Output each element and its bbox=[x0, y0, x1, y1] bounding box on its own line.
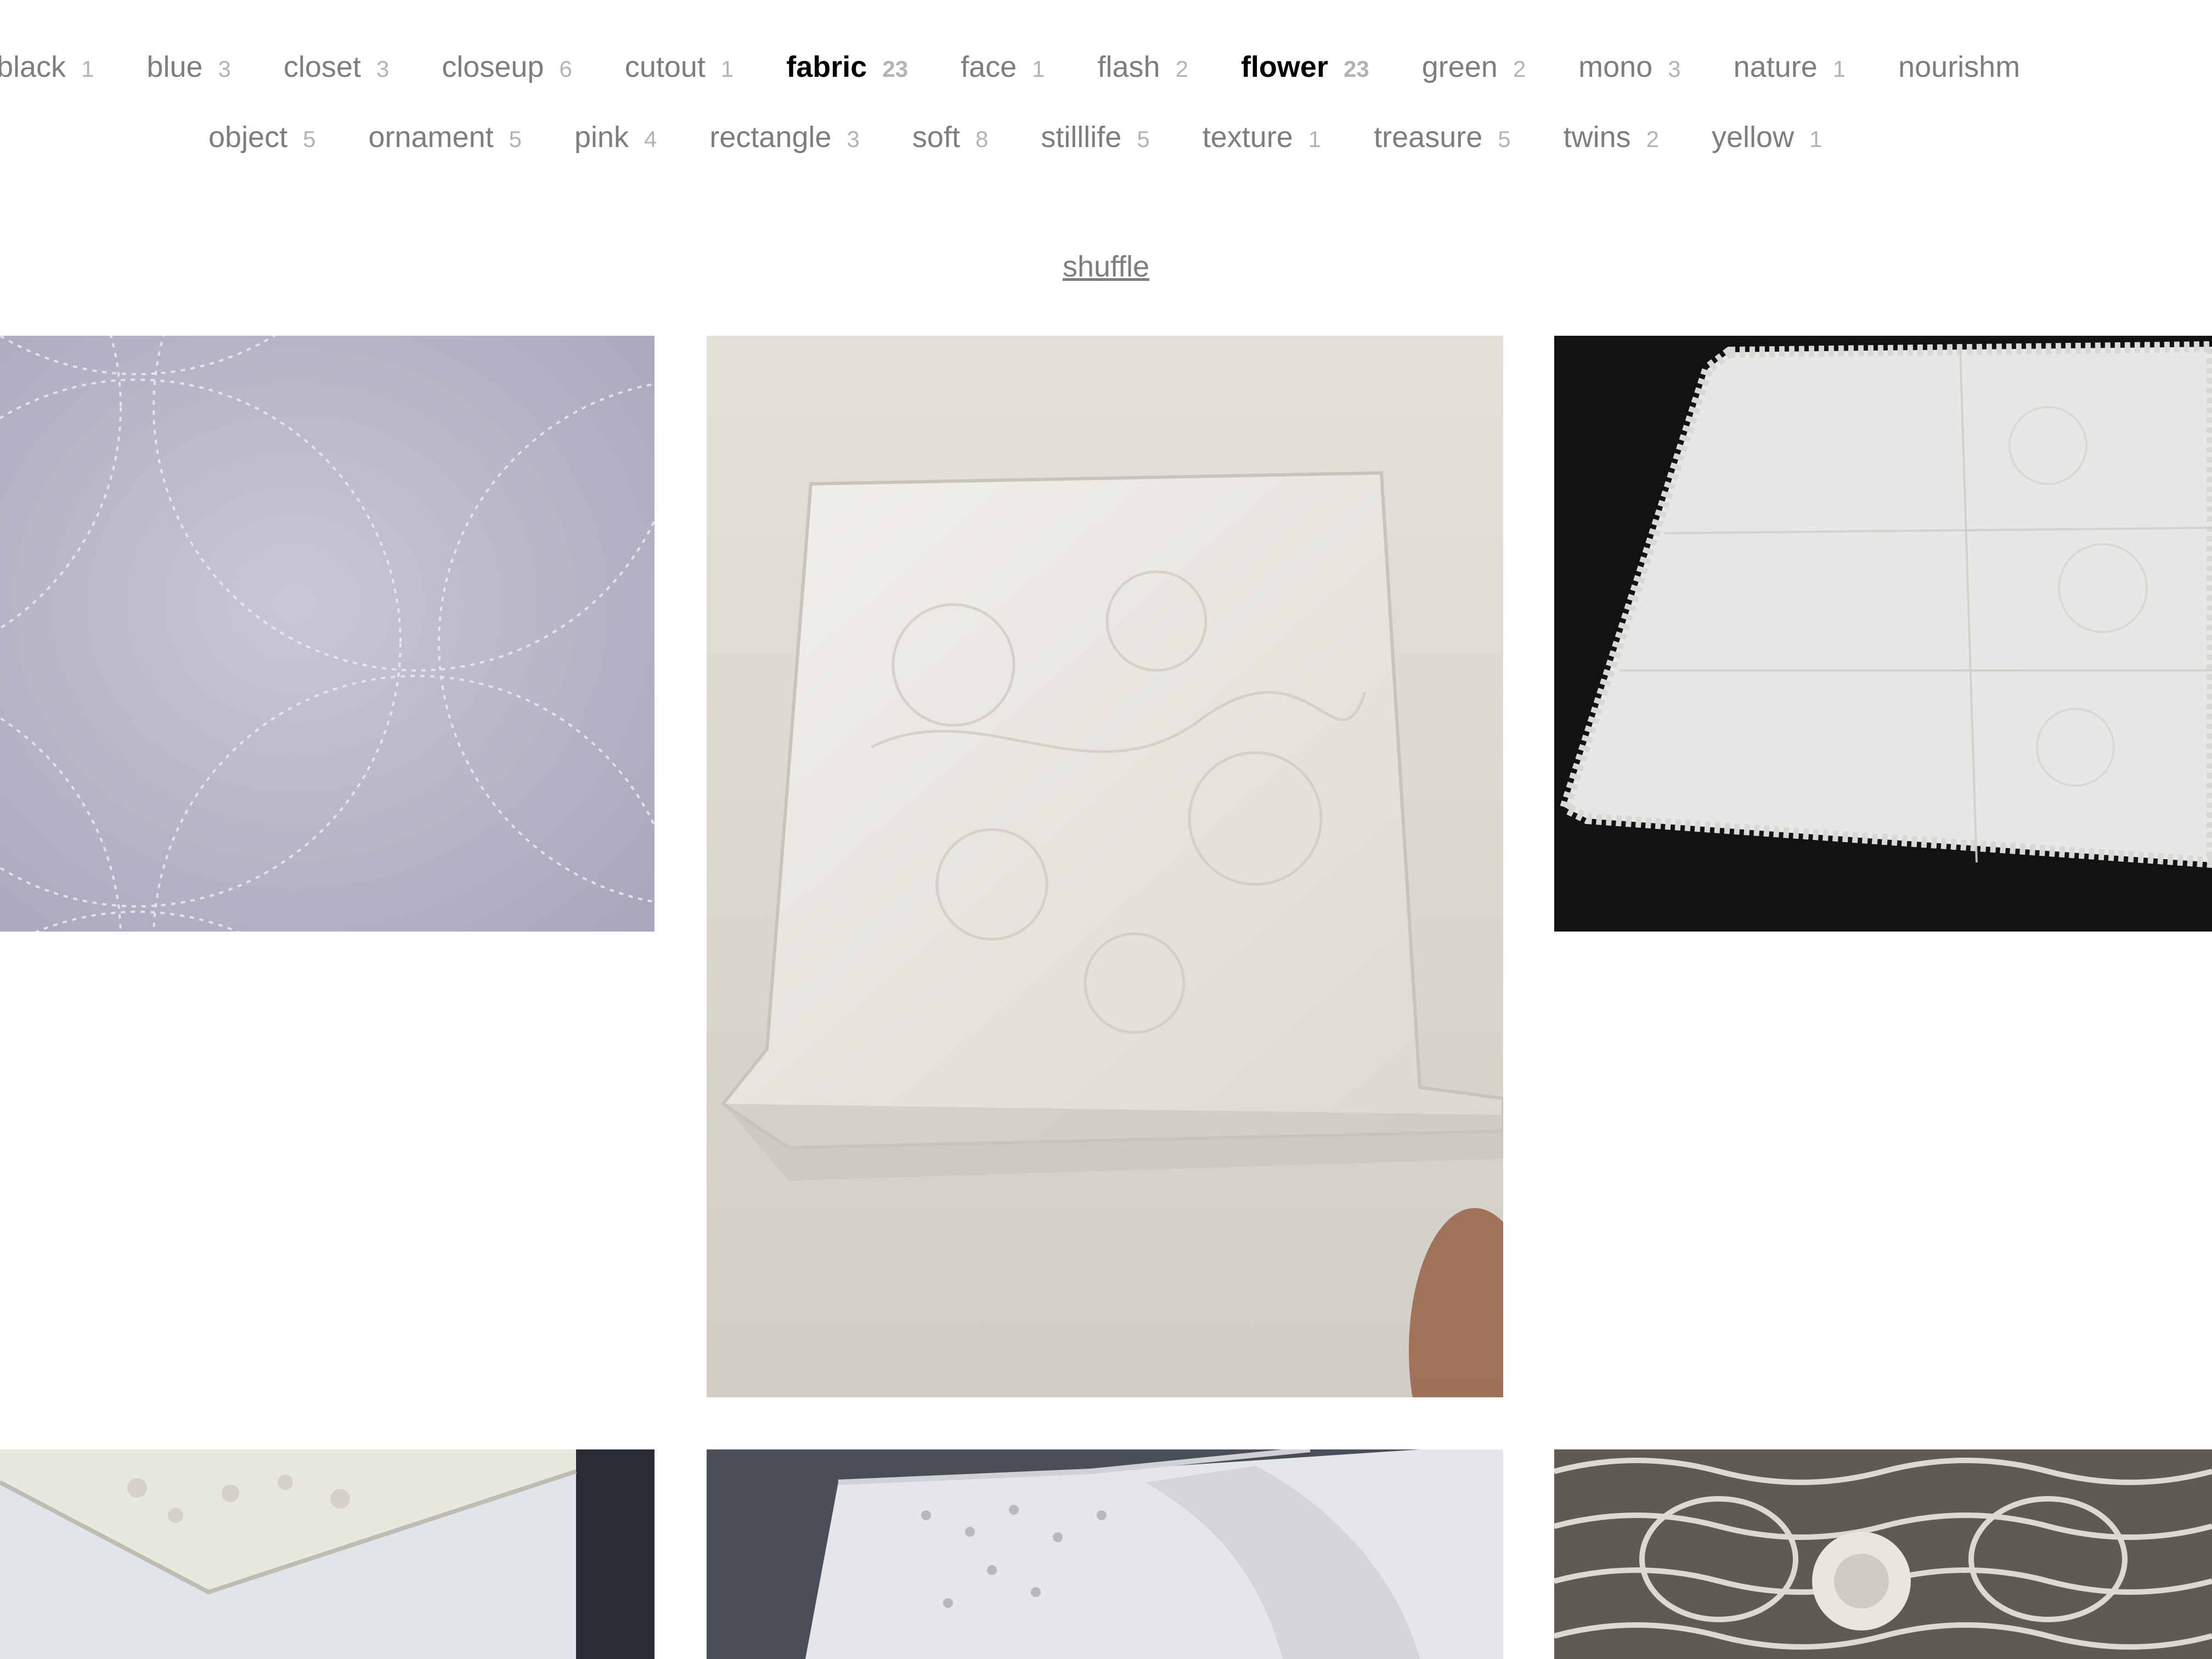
tag-label: flower bbox=[1240, 50, 1328, 83]
tag-label: rectangle bbox=[709, 121, 832, 154]
tag-label: twins bbox=[1563, 121, 1631, 154]
tag-label: nourishm bbox=[1898, 50, 2021, 83]
tag-label: flash bbox=[1097, 50, 1160, 83]
tag-label: stilllife bbox=[1041, 121, 1122, 154]
photo-folded-white-quilt[interactable] bbox=[707, 336, 1503, 1397]
tag-twins[interactable]: twins 2 bbox=[1564, 122, 1659, 152]
tag-stilllife[interactable]: stilllife 5 bbox=[1041, 122, 1149, 152]
tag-label: closeup bbox=[442, 50, 544, 83]
tag-label: blue bbox=[146, 50, 203, 83]
tag-pink[interactable]: pink 4 bbox=[574, 122, 657, 152]
tag-count: 5 bbox=[509, 126, 522, 152]
photo-dress-bodice[interactable] bbox=[0, 1449, 654, 1659]
photo-quilted-lavender-fabric[interactable] bbox=[0, 336, 654, 932]
photo-crochet-doily[interactable] bbox=[1554, 1449, 2212, 1659]
tag-count: 5 bbox=[303, 126, 316, 152]
tag-object[interactable]: object 5 bbox=[208, 122, 315, 152]
tag-count: 2 bbox=[1175, 56, 1188, 82]
tag-rectangle[interactable]: rectangle 3 bbox=[709, 122, 860, 152]
tag-count: 3 bbox=[1668, 56, 1681, 82]
tag-count: 1 bbox=[1308, 126, 1322, 152]
tag-count: 1 bbox=[1832, 56, 1846, 82]
shuffle-link[interactable]: shuffle bbox=[0, 250, 2212, 284]
crochet-doily-image bbox=[1554, 1449, 2212, 1659]
tag-label: fabric bbox=[786, 50, 867, 83]
tag-count: 23 bbox=[1343, 56, 1369, 82]
folded-quilt-image bbox=[707, 336, 1503, 1397]
tag-nature[interactable]: nature 1 bbox=[1734, 52, 1846, 82]
tag-label: mono bbox=[1578, 50, 1653, 83]
tag-count: 1 bbox=[81, 56, 94, 82]
tag-count: 6 bbox=[559, 56, 572, 82]
tag-label: black bbox=[0, 50, 66, 83]
tag-list-row-2: object 5 ornament 5 pink 4 rectangle 3 soft 8 stil… bbox=[208, 122, 1875, 152]
tag-count: 3 bbox=[847, 126, 860, 152]
tag-label: ornament bbox=[368, 121, 494, 154]
tag-fabric[interactable]: fabric 23 bbox=[786, 52, 908, 82]
tag-count: 23 bbox=[882, 56, 909, 82]
tag-yellow[interactable]: yellow 1 bbox=[1712, 122, 1822, 152]
tag-count: 8 bbox=[975, 126, 989, 152]
tag-count: 1 bbox=[720, 56, 734, 82]
tag-label: cutout bbox=[624, 50, 706, 83]
tag-face[interactable]: face 1 bbox=[961, 52, 1045, 82]
tag-count: 2 bbox=[1646, 126, 1660, 152]
tag-mono[interactable]: mono 3 bbox=[1578, 52, 1680, 82]
tag-label: treasure bbox=[1374, 121, 1483, 154]
tag-count: 5 bbox=[1137, 126, 1150, 152]
tag-count: 2 bbox=[1513, 56, 1526, 82]
tag-label: pink bbox=[574, 121, 629, 154]
tag-closeup[interactable]: closeup 6 bbox=[442, 52, 572, 82]
satin-dress-image bbox=[707, 1449, 1503, 1659]
tag-list-row-1: black 1 blue 3 closet 3 closeup 6 cutout 1 fabric 2… bbox=[0, 52, 2088, 82]
lace-tablecloth-image bbox=[1554, 336, 2212, 932]
tag-label: yellow bbox=[1712, 121, 1795, 154]
photo-satin-lace-dress[interactable] bbox=[707, 1449, 1503, 1659]
tag-count: 3 bbox=[218, 56, 231, 82]
tag-count: 1 bbox=[1032, 56, 1045, 82]
tag-count: 3 bbox=[376, 56, 390, 82]
tag-count: 5 bbox=[1498, 126, 1511, 152]
tag-label: soft bbox=[912, 121, 960, 154]
tag-texture[interactable]: texture 1 bbox=[1203, 122, 1321, 152]
tag-soft[interactable]: soft 8 bbox=[912, 122, 988, 152]
tag-count: 1 bbox=[1809, 126, 1822, 152]
tag-blue[interactable]: blue 3 bbox=[146, 52, 230, 82]
tag-treasure[interactable]: treasure 5 bbox=[1374, 122, 1510, 152]
tag-green[interactable]: green 2 bbox=[1422, 52, 1526, 82]
tag-label: nature bbox=[1733, 50, 1818, 83]
tag-cutout[interactable]: cutout 1 bbox=[625, 52, 733, 82]
tag-label: green bbox=[1421, 50, 1498, 83]
photo-lace-tablecloth[interactable] bbox=[1554, 336, 2212, 932]
tag-count: 4 bbox=[644, 126, 657, 152]
tag-black[interactable]: black 1 bbox=[0, 52, 94, 82]
tag-nourishm[interactable]: nourishm bbox=[1898, 52, 2035, 82]
tag-label: closet bbox=[283, 50, 361, 83]
tag-closet[interactable]: closet 3 bbox=[284, 52, 389, 82]
tag-label: object bbox=[208, 121, 288, 154]
quilted-fabric-image bbox=[0, 336, 654, 932]
tag-label: face bbox=[961, 50, 1017, 83]
tag-flower[interactable]: flower 23 bbox=[1241, 52, 1369, 82]
tag-ornament[interactable]: ornament 5 bbox=[368, 122, 522, 152]
tag-label: texture bbox=[1202, 121, 1293, 154]
tag-flash[interactable]: flash 2 bbox=[1098, 52, 1188, 82]
dress-bodice-image bbox=[0, 1449, 654, 1659]
